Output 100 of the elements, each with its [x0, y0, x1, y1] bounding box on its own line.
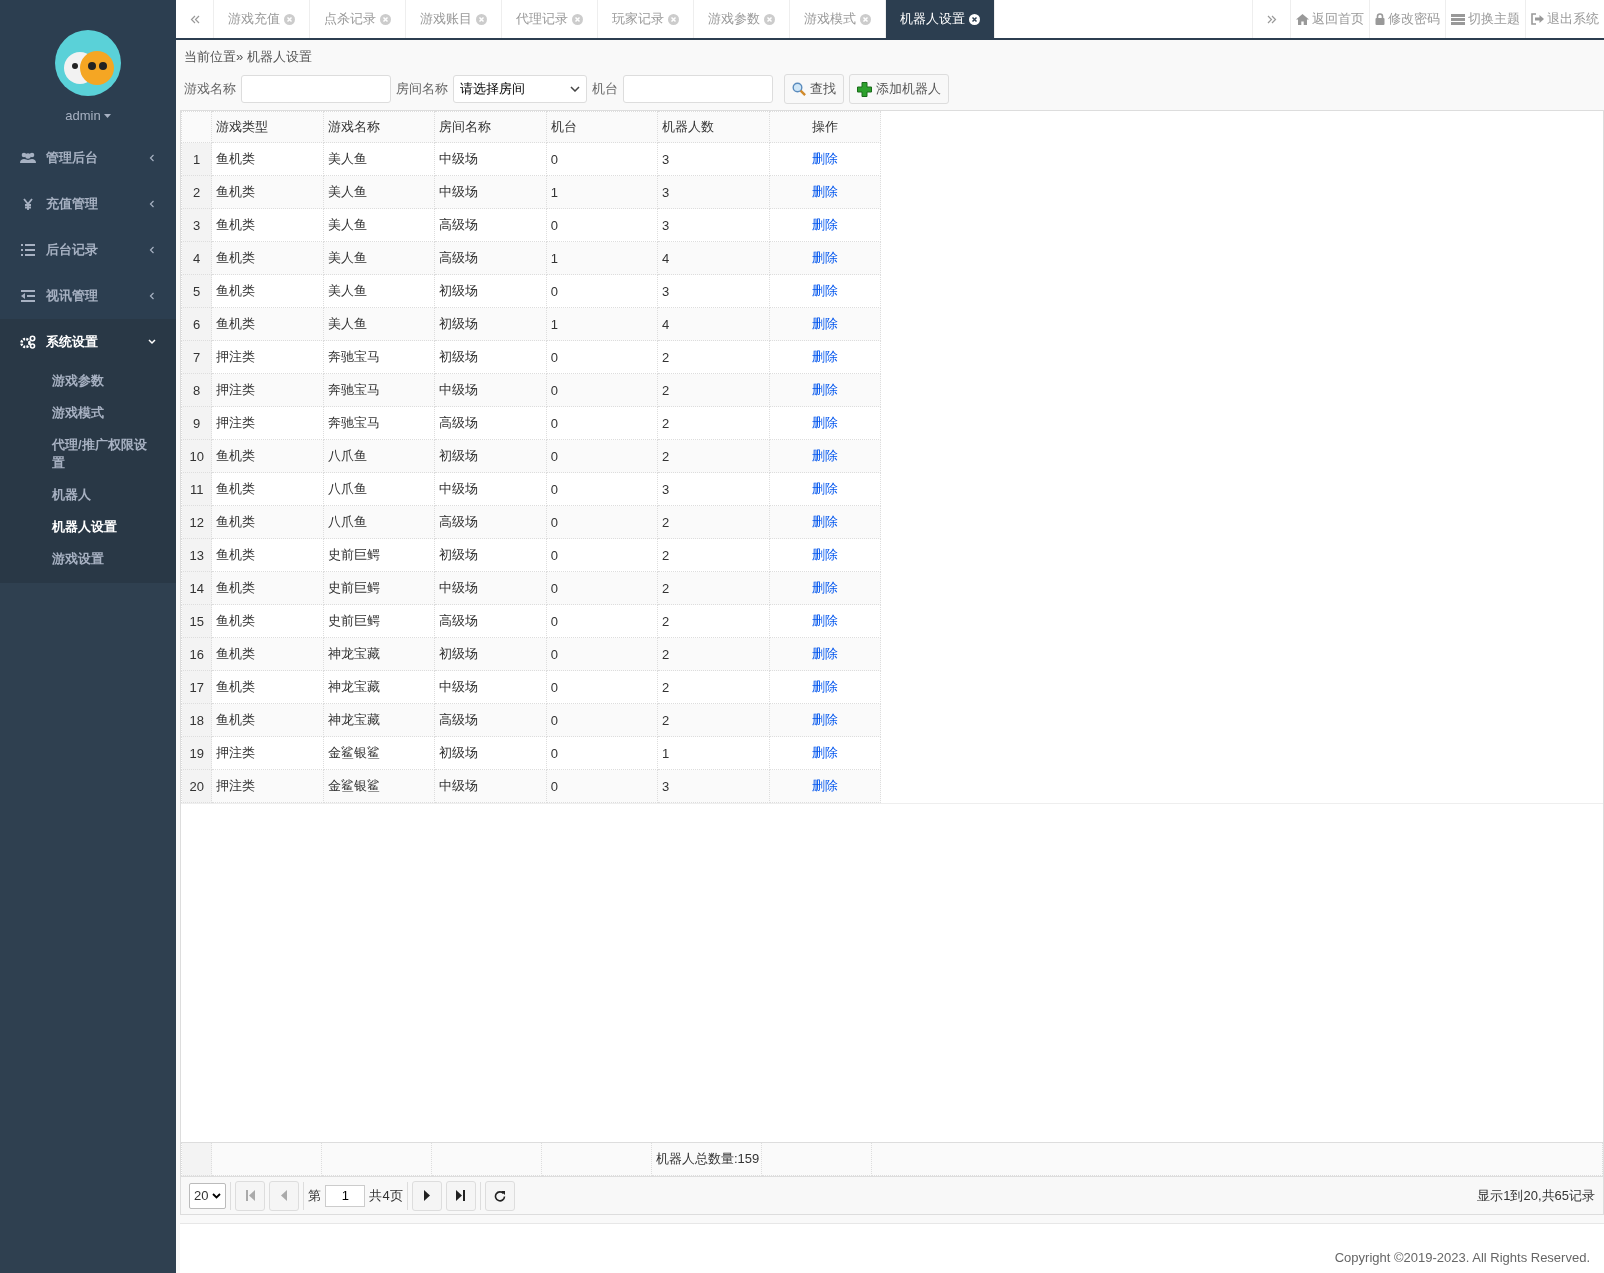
delete-link[interactable]: 删除	[811, 283, 838, 298]
refresh-icon	[493, 1189, 506, 1202]
delete-link[interactable]: 删除	[811, 250, 838, 265]
first-page-button[interactable]	[235, 1180, 266, 1211]
delete-link[interactable]: 删除	[811, 415, 838, 430]
row-number: 1	[181, 142, 212, 176]
delete-link[interactable]: 删除	[811, 646, 838, 661]
row-number: 11	[181, 472, 212, 506]
table-cell: 2	[657, 340, 769, 374]
table-cell: 神龙宝藏	[323, 703, 435, 737]
lock-icon	[1375, 13, 1385, 25]
delete-link[interactable]: 删除	[811, 580, 838, 595]
records-summary: 显示1到20,共65记录	[1477, 1186, 1595, 1205]
room-select[interactable]: 请选择房间	[453, 75, 587, 103]
table-cell: 0	[546, 373, 658, 407]
menu-item[interactable]: 管理后台	[0, 135, 176, 181]
table-cell: 1	[546, 307, 658, 341]
submenu-item[interactable]: 游戏设置	[0, 543, 176, 575]
close-icon	[860, 13, 871, 25]
table-cell: 中级场	[434, 373, 547, 407]
delete-link[interactable]: 删除	[811, 613, 838, 628]
table-cell: 0	[546, 769, 658, 803]
table-cell: 美人鱼	[323, 274, 435, 308]
menu-item[interactable]: 系统设置	[0, 319, 176, 365]
delete-link[interactable]: 删除	[811, 448, 838, 463]
page-size-select[interactable]: 20	[189, 1182, 227, 1209]
table-cell: 中级场	[434, 571, 547, 605]
avatar-icon	[55, 30, 121, 96]
submenu-item[interactable]: 游戏参数	[0, 365, 176, 397]
delete-link[interactable]: 删除	[811, 712, 838, 727]
menu-item[interactable]: 后台记录	[0, 227, 176, 273]
plus-icon	[857, 81, 872, 97]
table-cell: 鱼机类	[211, 307, 324, 341]
table-cell: 0	[546, 208, 658, 242]
table-cell: 中级场	[434, 142, 547, 176]
search-button[interactable]: 查找	[784, 74, 844, 104]
delete-link[interactable]: 删除	[811, 679, 838, 694]
delete-link[interactable]: 删除	[811, 745, 838, 760]
row-number: 16	[181, 637, 212, 671]
table-cell: 八爪鱼	[323, 472, 435, 506]
row-number: 8	[181, 373, 212, 407]
submenu-item[interactable]: 机器人	[0, 479, 176, 511]
table-cell: 鱼机类	[211, 604, 324, 638]
page-number-field[interactable]: 1	[325, 1184, 366, 1207]
table-cell: 初级场	[434, 274, 547, 308]
close-icon	[969, 13, 980, 25]
user-menu[interactable]: admin	[65, 108, 111, 123]
menu-item[interactable]: 充值管理	[0, 181, 176, 227]
menu-label: 后台记录	[46, 241, 99, 259]
table-cell: 高级场	[434, 241, 547, 275]
submenu-item[interactable]: 代理/推广权限设置	[0, 429, 176, 479]
server-icon	[1451, 13, 1465, 25]
submenu-item[interactable]: 游戏模式	[0, 397, 176, 429]
previous-page-button[interactable]	[269, 1180, 300, 1211]
delete-link[interactable]: 删除	[811, 151, 838, 166]
delete-link[interactable]: 删除	[811, 547, 838, 562]
table-cell: 鱼机类	[211, 439, 324, 473]
menu-item[interactable]: 视讯管理	[0, 273, 176, 319]
delete-link[interactable]: 删除	[811, 217, 838, 232]
last-page-button[interactable]	[445, 1180, 476, 1211]
table-cell: 鱼机类	[211, 208, 324, 242]
header-link[interactable]: 返回首页	[1290, 0, 1369, 38]
table-cell: 鱼机类	[211, 670, 324, 704]
refresh-button[interactable]	[484, 1180, 515, 1211]
double-chevron-left-icon	[189, 14, 200, 24]
table-cell: 0	[546, 340, 658, 374]
delete-link[interactable]: 删除	[811, 382, 838, 397]
menu-label: 管理后台	[46, 149, 99, 167]
add-robot-button[interactable]: 添加机器人	[849, 74, 949, 104]
delete-link[interactable]: 删除	[811, 349, 838, 364]
table-cell: 初级场	[434, 340, 547, 374]
table-cell: 奔驰宝马	[323, 373, 435, 407]
row-number: 17	[181, 670, 212, 704]
page-count: 共4页	[369, 1186, 403, 1205]
tab[interactable]: 机器人设置	[886, 0, 995, 38]
table-cell: 0	[546, 637, 658, 671]
delete-link[interactable]: 删除	[811, 184, 838, 199]
header-link[interactable]: 切换主题	[1445, 0, 1525, 38]
table-cell: 3	[657, 208, 769, 242]
breadcrumb: 当前位置» 机器人设置	[183, 48, 313, 66]
delete-link[interactable]: 删除	[811, 778, 838, 793]
game-name-field[interactable]	[241, 75, 391, 103]
table-cell: 鱼机类	[211, 241, 324, 275]
next-page-button[interactable]	[411, 1180, 442, 1211]
delete-link[interactable]: 删除	[811, 514, 838, 529]
table-cell: 金鲨银鲨	[323, 769, 435, 803]
menu-label: 系统设置	[46, 333, 99, 351]
triangle-right-icon	[423, 1190, 430, 1201]
delete-link[interactable]: 删除	[811, 481, 838, 496]
table-cell: 2	[657, 604, 769, 638]
table-cell: 0	[546, 406, 658, 440]
menu-label: 视讯管理	[46, 287, 99, 305]
machine-field[interactable]	[623, 75, 773, 103]
table-cell: 中级场	[434, 175, 547, 209]
gears-icon	[20, 335, 36, 349]
submenu-item[interactable]: 机器人设置	[0, 511, 176, 543]
table-cell: 3	[657, 769, 769, 803]
table-cell: 3	[657, 142, 769, 176]
delete-link[interactable]: 删除	[811, 316, 838, 331]
table-cell: 中级场	[434, 472, 547, 506]
